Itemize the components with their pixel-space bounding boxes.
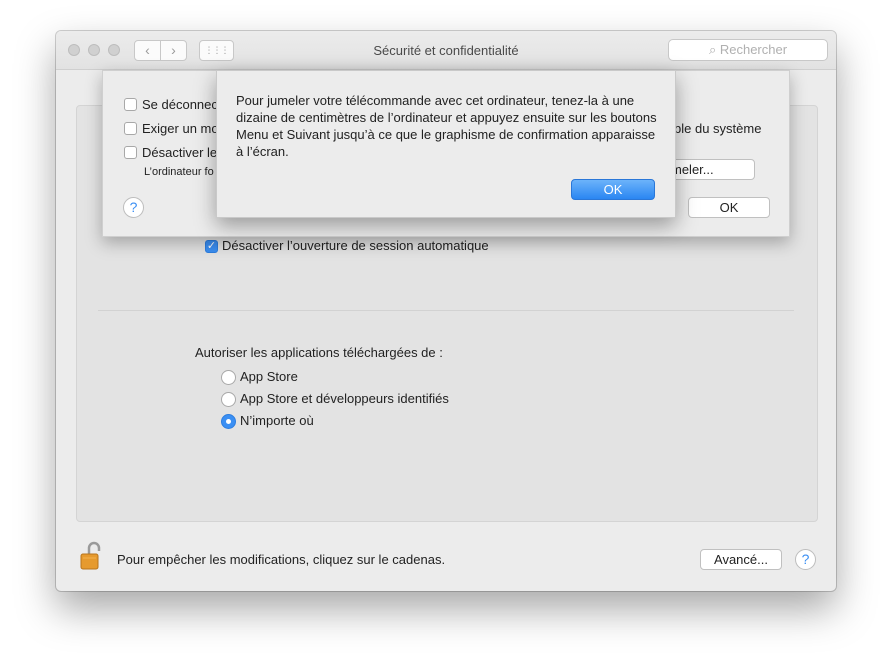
advanced-button[interactable]: Avancé... <box>700 549 782 570</box>
preferences-window: ‹ › ⋮⋮⋮ Sécurité et confidentialité ⌕ Re… <box>56 31 836 591</box>
lock-text: Pour empêcher les modifications, cliquez… <box>117 552 446 567</box>
sheet-checkbox-require-password[interactable] <box>124 122 137 135</box>
section-divider <box>98 310 794 311</box>
lock-icon[interactable] <box>80 541 102 571</box>
radio-anywhere-label: N’importe où <box>240 413 314 428</box>
radio-anywhere[interactable] <box>221 414 236 429</box>
sheet-disable-remote-label: Désactiver le <box>142 145 218 160</box>
pairing-alert: Pour jumeler votre télécommande avec cet… <box>216 70 676 218</box>
search-placeholder: Rechercher <box>719 42 788 57</box>
sheet-checkbox-disable-remote[interactable] <box>124 146 137 159</box>
auto-login-checkbox[interactable]: ✓ <box>205 240 218 253</box>
search-field[interactable]: ⌕ Rechercher <box>668 39 828 61</box>
sheet-checkbox-logout[interactable] <box>124 98 137 111</box>
title-bar: ‹ › ⋮⋮⋮ Sécurité et confidentialité ⌕ Re… <box>56 31 836 70</box>
sheet-note: L’ordinateur fo <box>144 166 214 178</box>
sheet-help-button[interactable]: ? <box>123 197 144 218</box>
search-icon: ⌕ <box>708 42 717 57</box>
sheet-require-password-label: Exiger un mo <box>142 121 219 136</box>
sheet-logout-label: Se déconnec <box>142 97 218 112</box>
downloads-title: Autoriser les applications téléchargées … <box>195 345 443 360</box>
radio-app-store-label: App Store <box>240 369 298 384</box>
help-button[interactable]: ? <box>795 549 816 570</box>
auto-login-label: Désactiver l’ouverture de session automa… <box>222 238 489 253</box>
radio-app-store[interactable] <box>221 370 236 385</box>
alert-ok-button[interactable]: OK <box>571 179 655 200</box>
radio-identified-developers-label: App Store et développeurs identifiés <box>240 391 449 406</box>
sheet-require-password-tail: ble du système <box>674 121 762 136</box>
alert-message: Pour jumeler votre télécommande avec cet… <box>236 93 657 159</box>
radio-identified-developers[interactable] <box>221 392 236 407</box>
sheet-ok-button[interactable]: OK <box>688 197 770 218</box>
